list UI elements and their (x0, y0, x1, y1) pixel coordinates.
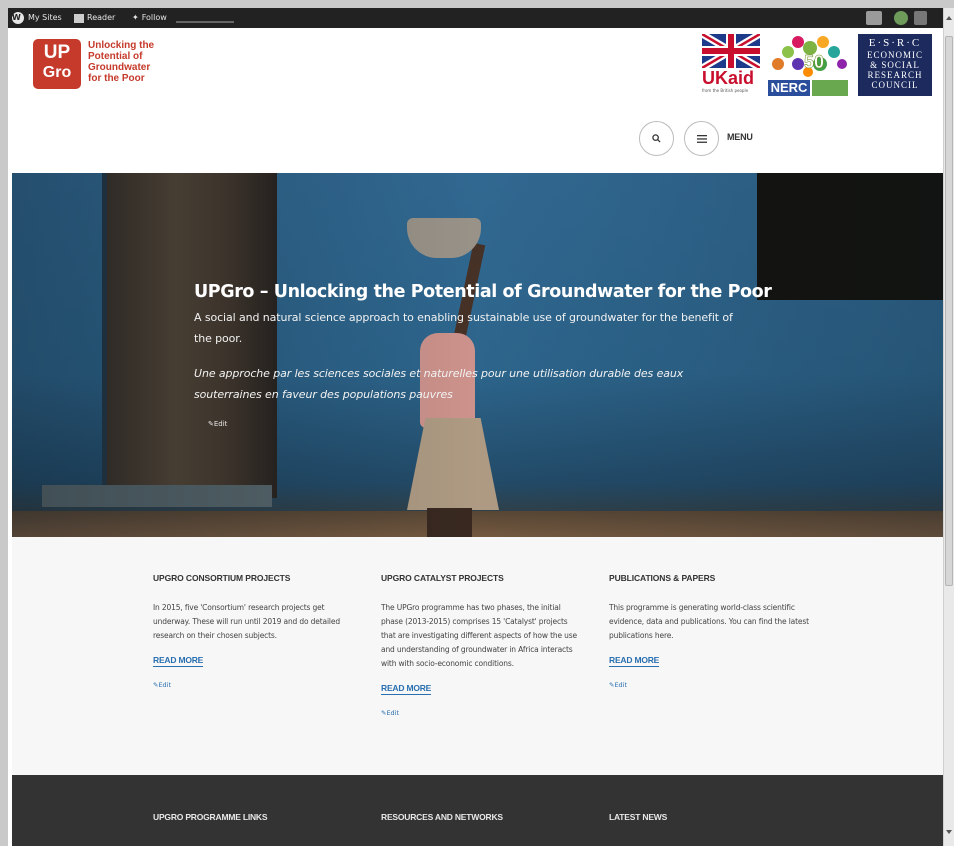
footer-heading-latest-news: LATEST NEWS (609, 812, 668, 822)
hero-overlay (12, 173, 943, 537)
edit-link[interactable]: ✎Edit (609, 681, 809, 689)
svg-text:50: 50 (804, 52, 824, 72)
hero-edit-link[interactable]: ✎Edit (208, 420, 227, 428)
notifications-icon[interactable] (914, 11, 927, 25)
esrc-line: RESEARCH (867, 70, 923, 80)
esrc-logo: E·S·R·C ECONOMIC & SOCIAL RESEARCH COUNC… (858, 34, 932, 96)
feature-publications: PUBLICATIONS & PAPERS This programme is … (609, 573, 809, 689)
my-sites-link[interactable]: My Sites (28, 8, 62, 28)
follow-link[interactable]: ✦ Follow (132, 8, 167, 28)
follow-label: Follow (141, 13, 167, 22)
avatar[interactable] (894, 11, 908, 25)
search-icon (652, 134, 661, 143)
site-footer (12, 775, 943, 846)
tagline-line: Groundwater (88, 62, 151, 73)
edit-link[interactable]: ✎Edit (153, 681, 353, 689)
tagline-line: Unlocking the (88, 40, 155, 51)
hamburger-icon (696, 134, 707, 143)
feature-consortium: UPGRO CONSORTIUM PROJECTS In 2015, five … (153, 573, 353, 689)
logo-gro-text: Gro (42, 64, 72, 81)
follow-icon: ✦ (132, 13, 139, 22)
hero-subtitle: A social and natural science approach to… (194, 311, 733, 345)
search-button[interactable] (639, 121, 674, 156)
footer-heading-resources: RESOURCES AND NETWORKS (381, 812, 503, 822)
ukaid-subtext: from the British people (702, 88, 749, 93)
feature-heading: UPGRO CONSORTIUM PROJECTS (153, 573, 291, 583)
tagline-line: for the Poor (88, 73, 145, 84)
footer-heading-programme-links: UPGRO PROGRAMME LINKS (153, 812, 268, 822)
hero-title: UPGro – Unlocking the Potential of Groun… (194, 282, 772, 302)
site-header: UP Gro Unlocking the Potential of Ground… (12, 28, 943, 173)
union-jack-icon (702, 34, 760, 68)
esrc-line: & SOCIAL (870, 60, 920, 70)
read-more-link[interactable]: READ MORE (381, 683, 431, 695)
vertical-scrollbar[interactable] (943, 8, 954, 846)
logo-tagline: Unlocking the Potential of Groundwater f… (88, 40, 154, 84)
feature-body: In 2015, five 'Consortium' research proj… (153, 603, 340, 640)
wordpress-icon[interactable]: W (12, 12, 24, 24)
scroll-up-arrow-icon[interactable] (946, 16, 952, 20)
stats-sparkline (176, 21, 234, 23)
menu-button[interactable] (684, 121, 719, 156)
nerc-banner (812, 80, 848, 96)
feature-body: This programme is generating world-class… (609, 603, 809, 640)
read-more-link[interactable]: READ MORE (609, 655, 659, 667)
esrc-line: COUNCIL (871, 80, 919, 90)
edit-label: Edit (386, 709, 400, 717)
scrollbar-thumb[interactable] (945, 36, 953, 586)
nerc-logo: 50 NERC (768, 34, 862, 96)
edit-label: Edit (614, 681, 628, 689)
logo-up-text: UP (43, 42, 71, 63)
hero-banner (12, 173, 943, 537)
feature-heading: PUBLICATIONS & PAPERS (609, 573, 716, 583)
edit-label: Edit (158, 681, 172, 689)
scroll-down-arrow-icon[interactable] (946, 830, 952, 834)
edit-link[interactable]: ✎Edit (381, 709, 581, 717)
write-post-icon[interactable] (866, 11, 882, 25)
nerc-50-emblem: 50 (768, 34, 848, 78)
menu-label[interactable]: MENU (727, 132, 753, 142)
feature-body: The UPGro programme has two phases, the … (381, 603, 578, 668)
reader-icon (74, 13, 84, 23)
reader-label: Reader (87, 13, 116, 22)
admin-bar: W My Sites Reader ✦ Follow (8, 8, 943, 28)
ukaid-wordmark: UKaid (702, 68, 755, 88)
ukaid-logo: UKaid from the British people (702, 34, 762, 96)
upgro-logo[interactable]: UP Gro (33, 39, 81, 89)
hero-subtitle-french: Une approche par les sciences sociales e… (194, 367, 684, 401)
read-more-link[interactable]: READ MORE (153, 655, 203, 667)
tagline-line: Potential of (88, 51, 143, 62)
feature-heading: UPGRO CATALYST PROJECTS (381, 573, 504, 583)
esrc-line: ECONOMIC (866, 50, 923, 60)
reader-link[interactable]: Reader (74, 8, 115, 28)
nerc-wordmark: NERC (768, 80, 810, 96)
edit-label: Edit (213, 420, 228, 428)
feature-catalyst: UPGRO CATALYST PROJECTS The UPGro progra… (381, 573, 581, 717)
my-sites-label: My Sites (28, 13, 62, 22)
esrc-line: E·S·R·C (868, 37, 922, 49)
